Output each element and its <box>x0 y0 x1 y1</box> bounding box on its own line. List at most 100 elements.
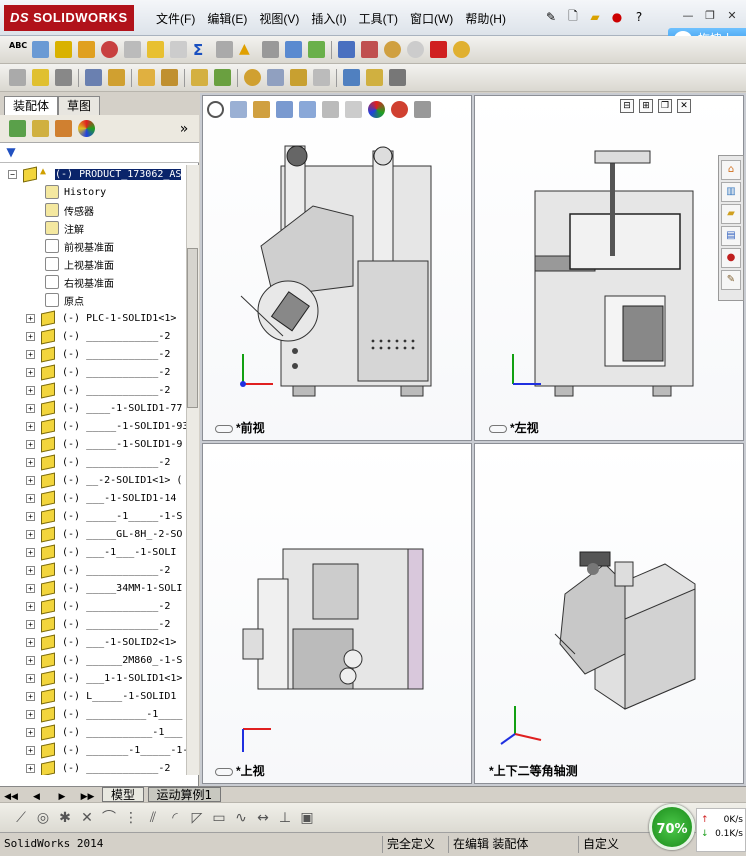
menu-file[interactable]: 文件(F) <box>150 8 201 28</box>
menu-help[interactable]: 帮助(H) <box>459 8 512 28</box>
tree-item-component[interactable]: + (-) _____-1-SOLID1-93 <box>0 417 186 435</box>
tree-item-special[interactable]: 右视基准面 <box>0 273 186 291</box>
sum-icon[interactable]: Σ <box>193 41 210 59</box>
expand-icon[interactable]: + <box>26 619 35 629</box>
configuration-manager-icon[interactable] <box>55 120 72 137</box>
expand-icon[interactable]: + <box>26 655 35 665</box>
expand-icon[interactable]: + <box>26 385 35 395</box>
point-icon[interactable]: ✱ <box>56 809 74 827</box>
tree-item-component[interactable]: + (-) ___-1-SOLID1-14 <box>0 489 186 507</box>
tree-scroll-thumb[interactable] <box>187 248 198 408</box>
expand-icon[interactable]: + <box>26 313 35 323</box>
tree-item-component[interactable]: + (-) ____________-2 <box>0 363 186 381</box>
expand-icon[interactable]: + <box>26 349 35 359</box>
move-component-icon[interactable] <box>138 69 155 86</box>
spline-icon[interactable]: ∿ <box>232 809 250 827</box>
expand-icon[interactable]: + <box>26 745 35 755</box>
warning-icon[interactable]: ▲ <box>239 41 256 58</box>
expand-icon[interactable]: + <box>26 511 35 521</box>
tree-item-component[interactable]: + (-) ______2M860_-1-S <box>0 651 186 669</box>
custom-properties-icon[interactable]: ✎ <box>721 270 741 290</box>
rectangle-icon[interactable]: ▭ <box>210 809 228 827</box>
display-style-icon[interactable] <box>322 100 339 118</box>
check-all-icon[interactable] <box>308 41 325 58</box>
tree-item-component[interactable]: + (-) PLC-1-SOLID1<1> <box>0 309 186 327</box>
tree-item-component[interactable]: + (-) ____________-2 <box>0 597 186 615</box>
tree-item-component[interactable]: + (-) _____-1-SOLID1-9 <box>0 435 186 453</box>
expand-icon[interactable]: + <box>26 493 35 503</box>
gear-icon[interactable] <box>244 69 261 86</box>
solidworks-logo[interactable]: DS SOLIDWORKS <box>4 5 134 31</box>
tab-assembly[interactable]: 装配体 <box>4 96 59 115</box>
tree-item-component[interactable]: + (-) ____________-2 <box>0 453 186 471</box>
expand-icon[interactable]: + <box>26 403 35 413</box>
tab-motion-study[interactable]: 运动算例1 <box>147 787 222 802</box>
view-settings-icon[interactable] <box>414 100 431 118</box>
tree-item-component[interactable]: + (-) ____-1-SOLID1-77 <box>0 399 186 417</box>
property-manager-icon[interactable] <box>32 120 49 137</box>
tree-item-component[interactable]: + (-) _____GL-8H_-2-SO <box>0 525 186 543</box>
design-library-icon[interactable]: ▥ <box>721 182 741 202</box>
menu-tools[interactable]: 工具(T) <box>353 8 404 28</box>
measure-icon[interactable] <box>32 41 49 58</box>
edit-appearance-icon[interactable] <box>368 100 385 118</box>
appearance-icon[interactable] <box>453 41 470 58</box>
appearances-icon[interactable]: ● <box>721 248 741 268</box>
performance-icon[interactable] <box>101 41 118 58</box>
hand-icon[interactable] <box>124 41 141 58</box>
insert-component-icon[interactable] <box>9 69 26 86</box>
expand-icon[interactable]: + <box>26 673 35 683</box>
zoom-fit-icon[interactable] <box>207 100 224 118</box>
tree-item-component[interactable]: + (-) ____________-2 <box>0 345 186 363</box>
display-manager-icon[interactable] <box>78 120 95 137</box>
expand-icon[interactable]: + <box>26 565 35 575</box>
tree-item-component[interactable]: + (-) __-2-SOLID1<1> ( <box>0 471 186 489</box>
reference-icon[interactable] <box>290 69 307 86</box>
expand-icon[interactable]: + <box>26 583 35 593</box>
tree-item-component[interactable]: + (-) ____________-2 <box>0 615 186 633</box>
spellcheck-icon[interactable]: ABC <box>9 41 27 58</box>
check-box-icon[interactable] <box>170 41 187 58</box>
help-icon[interactable]: ? <box>630 8 648 26</box>
tree-item-component[interactable]: + (-) ____________-2 <box>0 381 186 399</box>
tree-item-component[interactable]: + (-) L_____-1-SOLID1 <box>0 687 186 705</box>
fillet-icon[interactable]: ◜ <box>166 809 184 827</box>
viewport-front[interactable]: *前视 <box>202 95 472 441</box>
chamfer-icon[interactable]: ◸ <box>188 809 206 827</box>
viewport-top[interactable]: *上视 <box>202 443 472 784</box>
menu-view[interactable]: 视图(V) <box>253 8 305 28</box>
pin-icon[interactable]: ✎ <box>542 8 560 26</box>
tab-model[interactable]: 模型 <box>102 787 145 802</box>
mass-properties-icon[interactable] <box>55 41 72 58</box>
view-orientation-icon[interactable] <box>299 100 316 118</box>
tree-item-special[interactable]: 注解 <box>0 219 186 237</box>
restore-icon[interactable]: ❐ <box>702 8 718 24</box>
routing-icon[interactable] <box>366 69 383 86</box>
tree-item-component[interactable]: + (-) __________-1____ <box>0 705 186 723</box>
bill-of-materials-icon[interactable] <box>267 69 284 86</box>
section-icon[interactable] <box>78 41 95 58</box>
feature-manager-icon[interactable] <box>9 120 26 137</box>
restore-viewport-icon[interactable]: ❐ <box>658 99 672 113</box>
circle-icon[interactable]: ◎ <box>34 809 52 827</box>
line-icon[interactable]: ⟋ <box>12 809 30 827</box>
compare-icon[interactable] <box>338 41 355 58</box>
home-icon[interactable]: ⌂ <box>721 160 741 180</box>
open-folder-icon[interactable]: ▰ <box>586 8 604 26</box>
tree-item-component[interactable]: + (-) _______-1_____-1-S <box>0 741 186 759</box>
new-document-icon[interactable]: 🗋 <box>564 8 582 26</box>
tab-sketch[interactable]: 草图 <box>58 96 101 115</box>
tree-item-component[interactable]: + (-) ___________-1___ <box>0 723 186 741</box>
weld-icon[interactable] <box>343 69 360 86</box>
relations-icon[interactable]: ⊥ <box>276 809 294 827</box>
tile-vertical-icon[interactable]: ⊞ <box>639 99 653 113</box>
color-red-icon[interactable] <box>430 41 447 58</box>
close-icon[interactable]: ✕ <box>724 8 740 24</box>
tree-item-special[interactable]: 前视基准面 <box>0 237 186 255</box>
expand-icon[interactable]: + <box>26 421 35 431</box>
expand-icon[interactable]: + <box>26 547 35 557</box>
expand-icon[interactable]: + <box>26 475 35 485</box>
expand-icon[interactable]: + <box>26 457 35 467</box>
sketch-picture-icon[interactable]: ▣ <box>298 809 316 827</box>
pin-tool-icon[interactable] <box>55 69 72 86</box>
